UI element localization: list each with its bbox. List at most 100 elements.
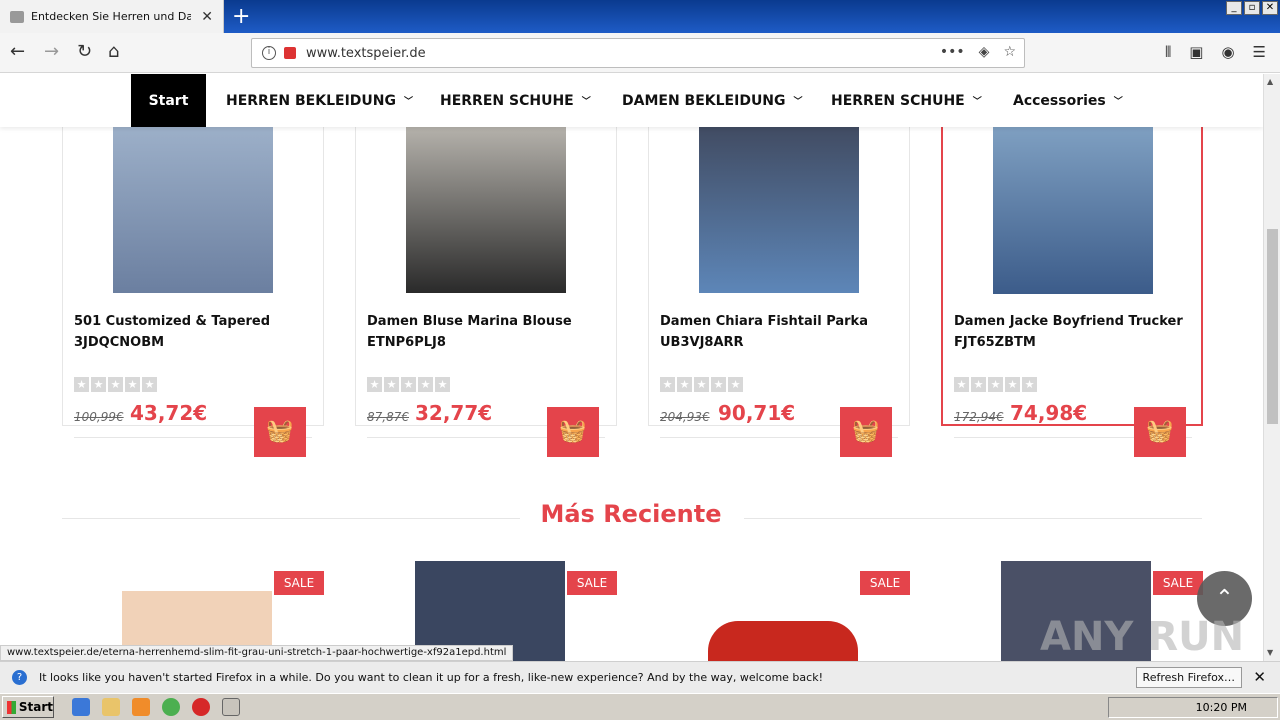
page-viewport: Start HERREN BEKLEIDUNG ﹀ HERREN SCHUHE ﹀ … [0, 74, 1263, 661]
sidebar-icon[interactable]: ▣ [1189, 43, 1203, 61]
product-name[interactable]: 501 Customized & Tapered 3JDQCNOBM [74, 311, 319, 353]
scroll-up-icon[interactable]: ▲ [1267, 77, 1273, 86]
chevron-down-icon: ﹀ [403, 97, 413, 107]
star-icon: ★ [1005, 377, 1020, 392]
browser-tab[interactable]: Entdecken Sie Herren und Damen ✕ [0, 0, 224, 33]
add-to-cart-button[interactable]: 🧺 [1134, 407, 1186, 457]
star-icon: ★ [108, 377, 123, 392]
menu-label: HERREN SCHUHE [831, 92, 965, 109]
chrome-icon[interactable] [162, 698, 180, 716]
start-button[interactable]: Start [2, 696, 54, 718]
notification-message: It looks like you haven't started Firefo… [39, 671, 823, 684]
new-price: 74,98€ [1010, 401, 1088, 425]
old-price: 204,93€ [660, 410, 710, 424]
star-icon: ★ [74, 377, 89, 392]
status-link: www.textspeier.de/eterna-herrenhemd-slim… [0, 645, 514, 661]
add-to-cart-button[interactable]: 🧺 [840, 407, 892, 457]
basket-icon: 🧺 [1146, 419, 1174, 444]
star-icon: ★ [954, 377, 969, 392]
home-icon[interactable]: ⌂ [108, 41, 119, 62]
anyrun-watermark: ANY RUN [1040, 614, 1245, 660]
ie-icon[interactable] [72, 698, 90, 716]
refresh-firefox-button[interactable]: Refresh Firefox… [1135, 667, 1242, 688]
back-icon[interactable]: ← [10, 41, 25, 62]
sale-badge: SALE [567, 571, 617, 595]
system-tray: 10:20 PM [1108, 697, 1278, 718]
library-icon[interactable]: ⫴ [1165, 43, 1171, 61]
page-scrollbar[interactable]: ▲ ▼ [1263, 74, 1280, 661]
opera-icon[interactable] [192, 698, 210, 716]
insecure-lock-icon[interactable] [284, 47, 296, 59]
star-icon: ★ [677, 377, 692, 392]
section-divider-left [62, 518, 520, 519]
product-name[interactable]: Damen Jacke Boyfriend Trucker FJT65ZBTM [954, 311, 1199, 353]
tab-close-icon[interactable]: ✕ [201, 9, 213, 25]
windows-logo-icon [7, 700, 16, 714]
chevron-down-icon: ﹀ [972, 97, 982, 107]
star-icon: ★ [125, 377, 140, 392]
pocket-icon[interactable]: ◈ [979, 44, 990, 60]
clock: 10:20 PM [1195, 701, 1247, 714]
menu-label: HERREN SCHUHE [440, 92, 574, 109]
star-icon: ★ [988, 377, 1003, 392]
menu-herren-schuhe-2[interactable]: HERREN SCHUHE ﹀ [831, 74, 982, 127]
product-name[interactable]: Damen Bluse Marina Blouse ETNP6PLJ8 [367, 311, 612, 353]
maximize-button[interactable]: ▫ [1244, 1, 1260, 15]
scrollbar-thumb[interactable] [1267, 229, 1278, 424]
menu-label: Accessories [1013, 92, 1106, 109]
menu-accessories[interactable]: Accessories ﹀ [1013, 74, 1123, 127]
menu-start[interactable]: Start [131, 74, 206, 127]
tab-title: Entdecken Sie Herren und Damen [31, 10, 191, 23]
url-bar[interactable]: i www.textspeier.de ••• ◈ ☆ [251, 38, 1025, 68]
new-price: 43,72€ [130, 401, 208, 425]
firefox-taskbar-icon[interactable] [222, 698, 240, 716]
window-controls: _ ▫ ✕ [1226, 1, 1278, 15]
star-icon: ★ [1022, 377, 1037, 392]
quick-launch [72, 698, 240, 716]
info-icon[interactable]: i [262, 46, 276, 60]
basket-icon: 🧺 [559, 419, 587, 444]
old-price: 87,87€ [367, 410, 409, 424]
close-window-button[interactable]: ✕ [1262, 1, 1278, 15]
menu-label: HERREN BEKLEIDUNG [226, 92, 396, 109]
add-to-cart-button[interactable]: 🧺 [254, 407, 306, 457]
chevron-down-icon: ﹀ [793, 97, 803, 107]
menu-icon[interactable]: ☰ [1253, 43, 1266, 61]
site-favicon-icon [10, 10, 24, 23]
chevron-down-icon: ﹀ [581, 97, 591, 107]
product-card[interactable]: SALE [648, 561, 910, 661]
star-icon: ★ [694, 377, 709, 392]
close-notification-icon[interactable]: ✕ [1253, 668, 1266, 686]
old-price: 100,99€ [74, 410, 124, 424]
explorer-icon[interactable] [102, 698, 120, 716]
add-to-cart-button[interactable]: 🧺 [547, 407, 599, 457]
star-icon: ★ [384, 377, 399, 392]
star-icon: ★ [401, 377, 416, 392]
new-price: 32,77€ [415, 401, 493, 425]
old-price: 172,94€ [954, 410, 1004, 424]
reload-icon[interactable]: ↻ [77, 41, 92, 62]
star-icon: ★ [435, 377, 450, 392]
scroll-down-icon[interactable]: ▼ [1267, 648, 1273, 657]
star-icon: ★ [711, 377, 726, 392]
notification-bar: ? It looks like you haven't started Fire… [0, 661, 1280, 693]
start-label: Start [18, 700, 53, 714]
url-text[interactable]: www.textspeier.de [306, 46, 426, 61]
product-name[interactable]: Damen Chiara Fishtail Parka UB3VJ8ARR [660, 311, 905, 353]
rating-stars: ★ ★ ★ ★ ★ [954, 377, 1037, 392]
account-icon[interactable]: ◉ [1221, 43, 1234, 61]
menu-damen-bekleidung[interactable]: DAMEN BEKLEIDUNG ﹀ [622, 74, 803, 127]
menu-herren-bekleidung[interactable]: HERREN BEKLEIDUNG ﹀ [226, 74, 413, 127]
section-title: Más Reciente [540, 500, 722, 528]
bookmark-star-icon[interactable]: ☆ [1003, 44, 1016, 60]
product-image[interactable] [708, 621, 858, 661]
basket-icon: 🧺 [266, 419, 294, 444]
minimize-button[interactable]: _ [1226, 1, 1242, 15]
new-price: 90,71€ [718, 401, 796, 425]
question-icon: ? [12, 670, 27, 685]
forward-icon[interactable]: → [44, 41, 59, 62]
page-actions-icon[interactable]: ••• [940, 44, 965, 60]
media-player-icon[interactable] [132, 698, 150, 716]
menu-herren-schuhe[interactable]: HERREN SCHUHE ﹀ [440, 74, 591, 127]
new-tab-button[interactable]: + [232, 4, 250, 29]
